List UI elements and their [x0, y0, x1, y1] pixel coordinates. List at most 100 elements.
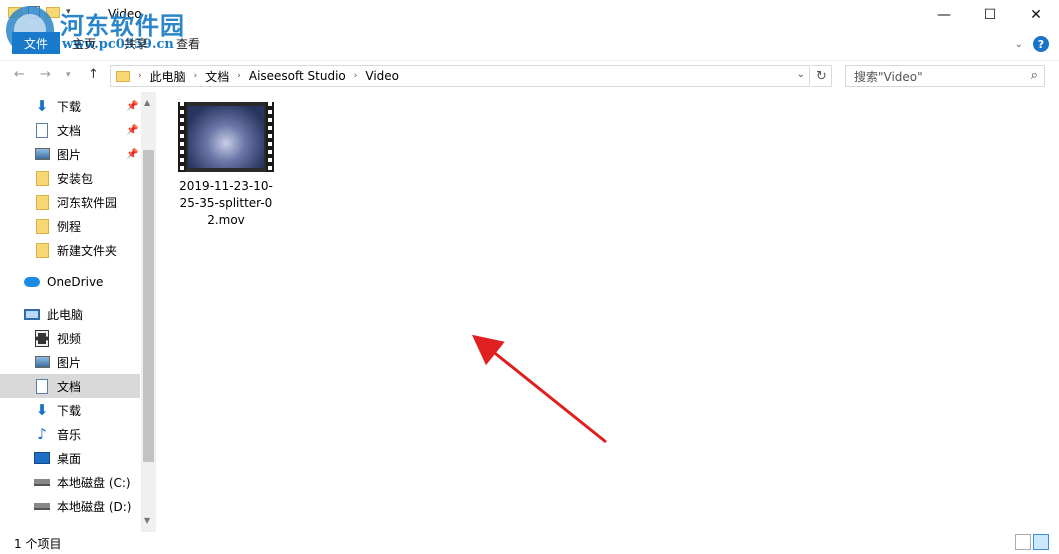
- search-input[interactable]: 搜索"Video" ⌕: [845, 65, 1045, 87]
- properties-icon[interactable]: [28, 6, 40, 18]
- breadcrumb-aiseesoft-studio[interactable]: Aiseesoft Studio: [249, 69, 346, 83]
- chevron-right-icon[interactable]: ›: [194, 71, 198, 81]
- scroll-up-icon[interactable]: ▲: [144, 98, 150, 107]
- recent-locations-icon[interactable]: ▾: [66, 70, 71, 80]
- navigation-pane: ⬇ 下载 📌 文档 📌 图片 📌 安装包 河东软件园 例程 新建文件夹 OneD…: [0, 92, 158, 532]
- sidebar-item-label: 新建文件夹: [57, 243, 118, 258]
- up-icon[interactable]: ↑: [88, 67, 99, 82]
- folder-icon: [8, 6, 22, 18]
- video-icon: [34, 329, 50, 347]
- sidebar-item-label: 此电脑: [47, 307, 84, 322]
- sidebar-item-new-folder[interactable]: 新建文件夹: [0, 238, 140, 262]
- tab-share[interactable]: 共享: [124, 35, 148, 52]
- sidebar-item-label: 文档: [57, 379, 82, 394]
- sidebar-item-label: 图片: [57, 147, 82, 162]
- folder-icon: [116, 70, 130, 82]
- tab-home[interactable]: 主页: [72, 35, 96, 52]
- sidebar-item-this-pc[interactable]: 此电脑: [0, 302, 140, 326]
- download-icon: ⬇: [35, 401, 49, 419]
- back-icon[interactable]: ←: [14, 67, 25, 82]
- sidebar-item-pictures[interactable]: 图片: [0, 350, 140, 374]
- pin-icon: 📌: [126, 148, 139, 160]
- sidebar-item-documents-pinned[interactable]: 文档 📌: [0, 118, 140, 142]
- document-icon: [34, 378, 50, 394]
- large-icons-view-icon[interactable]: [1033, 534, 1049, 550]
- sidebar-item-label: OneDrive: [47, 275, 104, 289]
- annotation-arrow-icon: [471, 334, 607, 444]
- close-button[interactable]: ✕: [1013, 0, 1059, 30]
- music-icon: ♪: [37, 425, 47, 443]
- search-icon: ⌕: [1030, 68, 1038, 83]
- status-bar: 1 个项目: [0, 532, 1059, 554]
- chevron-right-icon[interactable]: ›: [354, 71, 358, 81]
- sidebar-item-drive-c[interactable]: 本地磁盘 (C:): [0, 470, 140, 494]
- cloud-icon: [24, 274, 40, 290]
- refresh-icon: ↻: [816, 68, 827, 84]
- title-bar: ▾ Video — ☐ ✕: [0, 0, 1059, 30]
- chevron-right-icon[interactable]: ›: [138, 71, 142, 81]
- folder-icon: [34, 242, 50, 258]
- window-title: Video: [108, 7, 142, 21]
- scrollbar-thumb[interactable]: [143, 150, 154, 462]
- view-switcher: [1015, 534, 1049, 550]
- sidebar-item-onedrive[interactable]: OneDrive: [0, 270, 140, 294]
- sidebar-item-label: 例程: [57, 219, 82, 234]
- sidebar-item-label: 图片: [57, 355, 82, 370]
- forward-icon[interactable]: →: [40, 67, 51, 82]
- new-folder-icon[interactable]: [46, 6, 60, 18]
- file-item[interactable]: 2019-11-23-10-25-35-splitter-02.mov: [176, 102, 276, 229]
- pin-icon: 📌: [126, 100, 139, 112]
- breadcrumb-documents[interactable]: 文档: [205, 68, 229, 85]
- search-placeholder: 搜索"Video": [854, 69, 923, 84]
- chevron-right-icon[interactable]: ›: [237, 71, 241, 81]
- sidebar-item-downloads[interactable]: ⬇ 下载: [0, 398, 140, 422]
- sidebar-item-label: 桌面: [57, 451, 82, 466]
- minimize-button[interactable]: —: [921, 0, 967, 30]
- sidebar-item-label: 视频: [57, 331, 82, 346]
- sidebar-item-label: 本地磁盘 (C:): [57, 475, 131, 490]
- sidebar-item-documents[interactable]: 文档: [0, 374, 140, 398]
- sidebar-item-drive-d[interactable]: 本地磁盘 (D:): [0, 494, 140, 518]
- help-icon[interactable]: ?: [1033, 36, 1049, 52]
- details-view-icon[interactable]: [1015, 534, 1031, 550]
- file-list: 2019-11-23-10-25-35-splitter-02.mov: [160, 92, 1059, 532]
- ribbon: 文件 主页 共享 查看 ⌄ ?: [0, 30, 1059, 56]
- window-controls: — ☐ ✕: [921, 0, 1059, 30]
- sidebar-item-hedong[interactable]: 河东软件园: [0, 190, 140, 214]
- sidebar-item-label: 河东软件园: [57, 195, 118, 210]
- customize-toolbar-icon[interactable]: ▾: [66, 7, 71, 17]
- sidebar-item-installers[interactable]: 安装包: [0, 166, 140, 190]
- folder-icon: [34, 170, 50, 186]
- download-icon: ⬇: [35, 97, 49, 115]
- drive-icon: [34, 474, 50, 490]
- quick-access-toolbar: ▾: [8, 6, 71, 18]
- drive-icon: [34, 498, 50, 514]
- sidebar-item-downloads-pinned[interactable]: ⬇ 下载 📌: [0, 94, 140, 118]
- sidebar-item-desktop[interactable]: 桌面: [0, 446, 140, 470]
- video-thumbnail: [178, 102, 274, 172]
- scroll-down-icon[interactable]: ▼: [144, 516, 150, 525]
- breadcrumb-this-pc[interactable]: 此电脑: [150, 68, 186, 85]
- tab-view[interactable]: 查看: [176, 35, 200, 52]
- sidebar-item-pictures-pinned[interactable]: 图片 📌: [0, 142, 140, 166]
- sidebar-item-examples[interactable]: 例程: [0, 214, 140, 238]
- document-icon: [34, 122, 50, 138]
- tab-file[interactable]: 文件: [12, 32, 60, 54]
- pin-icon: 📌: [126, 124, 139, 136]
- navigation-bar: ← → ▾ ↑ › 此电脑 › 文档 › Aiseesoft Studio › …: [0, 60, 1059, 90]
- maximize-button[interactable]: ☐: [967, 0, 1013, 30]
- chevron-down-icon[interactable]: ⌄: [797, 69, 805, 80]
- address-bar[interactable]: › 此电脑 › 文档 › Aiseesoft Studio › Video ⌄: [110, 65, 810, 87]
- picture-icon: [34, 146, 50, 162]
- picture-icon: [34, 354, 50, 370]
- sidebar-item-videos[interactable]: 视频: [0, 326, 140, 350]
- item-count: 1 个项目: [14, 537, 62, 551]
- sidebar-scrollbar[interactable]: ▲ ▼: [141, 92, 156, 532]
- sidebar-item-label: 下载: [57, 99, 82, 114]
- sidebar-item-music[interactable]: ♪ 音乐: [0, 422, 140, 446]
- expand-ribbon-icon[interactable]: ⌄: [1015, 39, 1023, 50]
- sidebar-item-label: 安装包: [57, 171, 94, 186]
- sidebar-item-label: 文档: [57, 123, 82, 138]
- refresh-button[interactable]: ↻: [812, 65, 832, 87]
- breadcrumb-video[interactable]: Video: [365, 69, 399, 83]
